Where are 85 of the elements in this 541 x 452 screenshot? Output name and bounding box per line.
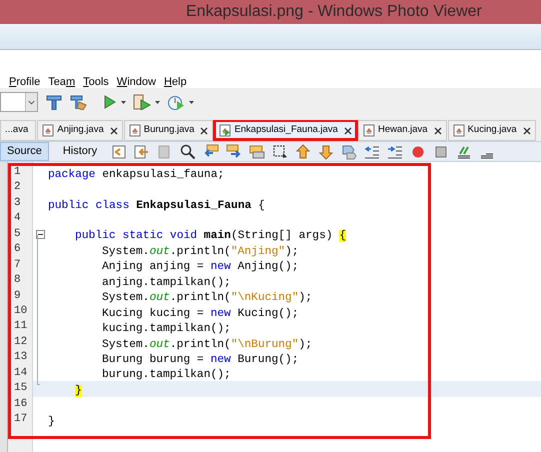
editor-tab[interactable]: Enkapsulasi_Fauna.java <box>214 120 357 141</box>
stop-icon[interactable] <box>433 144 450 160</box>
line-number: 7 <box>13 258 22 273</box>
arrow-up-icon[interactable] <box>295 144 312 160</box>
find-next-icon[interactable] <box>226 144 242 160</box>
code-line: anjing.tampilkan(); <box>102 276 231 291</box>
line-number: 9 <box>13 288 22 304</box>
close-icon[interactable] <box>522 126 531 134</box>
code-line: Kucing kucing = new Kucing(); <box>102 306 299 322</box>
tab-label[interactable]: Burung.java <box>144 123 194 138</box>
configuration-dropdown[interactable] <box>0 92 38 112</box>
line-number: 4 <box>13 211 22 226</box>
tab-label[interactable]: Anjing.java <box>57 123 104 138</box>
find-previous-icon[interactable] <box>203 144 220 160</box>
code-line: System.out.println("\nKucing"); <box>102 290 312 306</box>
editor-tab[interactable]: Hewan.java <box>358 120 447 141</box>
code-line: Burung burung = new Burung(); <box>102 352 299 368</box>
line-number: 6 <box>13 242 22 258</box>
fold-toggle-icon[interactable] <box>36 230 45 239</box>
close-icon[interactable] <box>200 126 208 134</box>
arrow-down-icon[interactable] <box>318 144 334 160</box>
close-icon[interactable] <box>434 126 442 134</box>
code-line: kucing.tampilkan(); <box>102 322 231 338</box>
code-line: System.out.println("Anjing"); <box>102 244 299 260</box>
selection-icon[interactable] <box>272 144 288 160</box>
close-icon[interactable] <box>110 126 118 134</box>
menu-item[interactable]: Team <box>48 77 76 88</box>
chevron-down-icon[interactable] <box>25 93 37 111</box>
line-number: 16 <box>13 396 28 412</box>
line-number: 5 <box>13 226 22 242</box>
tab-label[interactable]: Hewan.java <box>378 123 428 138</box>
line-number: 12 <box>13 334 28 350</box>
toggle-highlight-icon[interactable] <box>249 144 266 160</box>
editor-tab[interactable]: ...ava <box>0 120 36 141</box>
tab-label[interactable]: Enkapsulasi_Fauna.java <box>234 123 338 138</box>
menu-item[interactable]: Profile <box>9 77 40 88</box>
close-icon[interactable] <box>344 126 352 134</box>
java-file-icon <box>362 124 375 137</box>
line-number: 2 <box>13 180 22 196</box>
window-title: Enkapsulasi.png - Windows Photo Viewer <box>186 2 482 22</box>
caret-icon[interactable] <box>155 100 160 104</box>
code-line: System.out.println("\nBurung"); <box>102 338 312 353</box>
editor-tab[interactable]: Burung.java <box>124 120 214 141</box>
hammer-broom-icon[interactable] <box>70 94 88 110</box>
search-icon[interactable] <box>180 144 196 160</box>
view-toggle[interactable]: Source <box>0 142 49 161</box>
editor-tab[interactable]: Kucing.java <box>448 120 536 141</box>
hammer-icon[interactable] <box>45 94 63 110</box>
editor-tab[interactable]: Anjing.java <box>37 120 123 141</box>
shift-left-icon[interactable] <box>364 144 380 160</box>
caret-icon[interactable] <box>189 100 194 104</box>
java-file-icon <box>42 124 54 137</box>
tab-label[interactable]: Kucing.java <box>468 123 517 138</box>
line-number: 14 <box>13 366 28 381</box>
view-toggle[interactable]: History <box>56 142 104 161</box>
document-arrow-icon[interactable] <box>134 144 150 160</box>
shift-right-icon[interactable] <box>387 144 404 160</box>
code-line: burung.tampilkan(); <box>102 368 231 384</box>
tab-label[interactable]: ...ava <box>5 123 28 138</box>
line-number: 10 <box>13 304 28 319</box>
debug-run-icon[interactable] <box>133 94 151 110</box>
line-number: 8 <box>13 273 22 288</box>
line-number: 11 <box>13 319 28 334</box>
caret-icon[interactable] <box>121 100 126 104</box>
menu-item[interactable]: Window <box>116 77 156 88</box>
code-line: } <box>48 414 55 430</box>
line-number: 3 <box>13 196 22 211</box>
comment-icon[interactable] <box>456 144 472 160</box>
code-line: package enkapsulasi_fauna; <box>48 168 224 183</box>
record-icon[interactable] <box>410 144 426 160</box>
stopwatch-icon[interactable] <box>167 94 185 110</box>
code-line: public class Enkapsulasi_Fauna { <box>48 198 265 214</box>
code-line: public static void main(String[] args) { <box>75 228 346 244</box>
line-number: 15 <box>13 381 28 396</box>
line-number: 1 <box>13 165 22 180</box>
bookmark-icon[interactable] <box>341 144 358 160</box>
menu-item[interactable]: Help <box>164 77 187 88</box>
line-number: 13 <box>13 350 28 366</box>
back-history-icon[interactable] <box>111 144 128 160</box>
java-file-icon <box>452 124 465 137</box>
line-number: 17 <box>13 412 28 427</box>
code-line: Anjing anjing = new Anjing(); <box>102 260 299 276</box>
java-file-icon <box>128 124 141 137</box>
menu-item[interactable]: Tools <box>83 77 109 88</box>
java-file-icon <box>219 124 232 137</box>
